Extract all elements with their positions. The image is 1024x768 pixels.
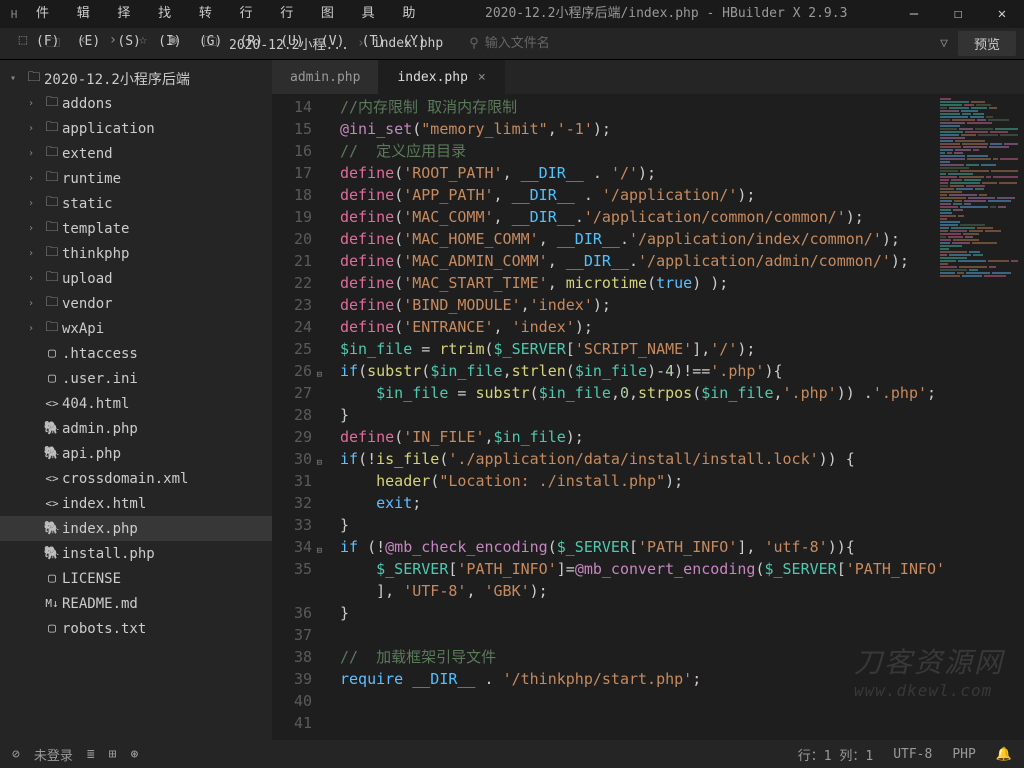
breadcrumb-file[interactable]: index.php — [367, 36, 449, 51]
window-title: 2020-12.2小程序后端/index.php - HBuilder X 2.… — [435, 0, 892, 28]
tree-item[interactable]: <>index.html — [0, 491, 272, 516]
user-icon: ⊘ — [12, 747, 20, 762]
search-input[interactable] — [479, 36, 679, 51]
close-button[interactable]: ✕ — [980, 0, 1024, 28]
status-icon[interactable]: ⊛ — [131, 747, 139, 762]
maximize-button[interactable]: ☐ — [936, 0, 980, 28]
tree-item[interactable]: 🐘index.php — [0, 516, 272, 541]
tree-item[interactable]: ▢robots.txt — [0, 616, 272, 641]
toolbar-icon[interactable]: ☆ — [128, 32, 158, 56]
status-icon[interactable]: ≣ — [87, 747, 95, 762]
tree-item[interactable]: ›🗀runtime — [0, 166, 272, 191]
login-status[interactable]: 未登录 — [34, 745, 73, 764]
tab-close-icon[interactable]: × — [478, 70, 486, 85]
language-indicator[interactable]: PHP — [952, 747, 975, 762]
search-icon: ⚲ — [469, 36, 479, 51]
minimap[interactable] — [940, 98, 1020, 298]
tree-item[interactable]: M↓README.md — [0, 591, 272, 616]
editor-tab[interactable]: admin.php — [272, 60, 379, 94]
breadcrumb: 🗀 2020-12.2小程... › index.php — [198, 33, 449, 55]
tree-item[interactable]: ▢LICENSE — [0, 566, 272, 591]
status-icon[interactable]: ⊞ — [109, 747, 117, 762]
toolbar-icon[interactable]: ‹ — [68, 32, 98, 56]
toolbar-icon[interactable]: 🗀 — [38, 32, 68, 56]
toolbar-icon[interactable]: ⬚ — [8, 32, 38, 56]
tree-item[interactable]: ›🗀vendor — [0, 291, 272, 316]
editor-tabs: admin.phpindex.php× — [272, 60, 1024, 94]
line-gutter: 14151617181920212223242526⊟27282930⊟3132… — [272, 94, 322, 740]
encoding-indicator[interactable]: UTF-8 — [893, 747, 932, 762]
tree-item[interactable]: <>crossdomain.xml — [0, 466, 272, 491]
cursor-position[interactable]: 行：1 列：1 — [798, 745, 873, 764]
tree-item[interactable]: ›🗀application — [0, 116, 272, 141]
tree-item[interactable]: ›🗀extend — [0, 141, 272, 166]
tree-item[interactable]: ›🗀upload — [0, 266, 272, 291]
tree-item[interactable]: ▢.htaccess — [0, 341, 272, 366]
toolbar-icon[interactable]: › — [98, 32, 128, 56]
chevron-right-icon: › — [355, 36, 367, 51]
tree-item[interactable]: ›🗀thinkphp — [0, 241, 272, 266]
tree-root[interactable]: ▾🗀2020-12.2小程序后端 — [0, 66, 272, 91]
breadcrumb-folder[interactable]: 2020-12.2小程... — [223, 34, 355, 53]
tree-item[interactable]: 🐘admin.php — [0, 416, 272, 441]
tree-item[interactable]: ▢.user.ini — [0, 366, 272, 391]
status-bar: ⊘ 未登录 ≣ ⊞ ⊛ 行：1 列：1 UTF-8 PHP 🔔 — [0, 740, 1024, 768]
tree-item[interactable]: 🐘api.php — [0, 441, 272, 466]
tree-item[interactable]: ›🗀template — [0, 216, 272, 241]
preview-button[interactable]: 预览 — [958, 31, 1016, 56]
bell-icon[interactable]: 🔔 — [996, 747, 1012, 762]
app-icon: H — [0, 8, 28, 21]
file-explorer: ▾🗀2020-12.2小程序后端›🗀addons›🗀application›🗀e… — [0, 60, 272, 740]
folder-icon: 🗀 — [198, 33, 223, 55]
code-editor[interactable]: //内存限制 取消内存限制@ini_set("memory_limit",'-1… — [322, 94, 1024, 740]
filter-icon[interactable]: ▽ — [940, 36, 948, 51]
tree-item[interactable]: 🐘install.php — [0, 541, 272, 566]
tree-item[interactable]: ›🗀static — [0, 191, 272, 216]
tree-item[interactable]: ›🗀addons — [0, 91, 272, 116]
minimize-button[interactable]: — — [892, 0, 936, 28]
tree-item[interactable]: <>404.html — [0, 391, 272, 416]
toolbar-icon[interactable]: ◉ — [158, 32, 188, 56]
editor-tab[interactable]: index.php× — [379, 60, 504, 94]
tree-item[interactable]: ›🗀wxApi — [0, 316, 272, 341]
